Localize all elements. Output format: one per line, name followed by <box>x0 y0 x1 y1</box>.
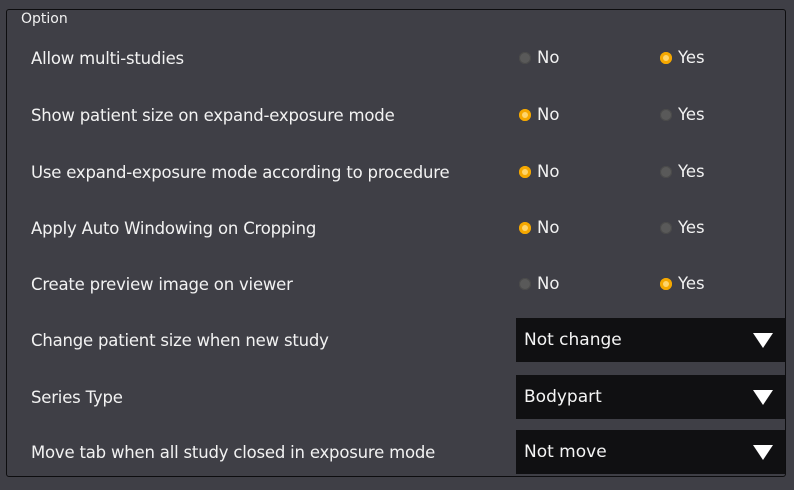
radio-yes[interactable]: Yes <box>660 218 705 237</box>
group-title: Option <box>17 10 72 28</box>
option-label: Use expand-exposure mode according to pr… <box>31 162 450 182</box>
option-label: Series Type <box>31 387 123 407</box>
option-label: Apply Auto Windowing on Cropping <box>31 218 317 238</box>
radio-dot-selected-icon <box>519 165 531 178</box>
option-label: Show patient size on expand-exposure mod… <box>31 105 395 125</box>
radio-dot-icon <box>660 165 672 178</box>
radio-dot-selected-icon <box>660 51 672 64</box>
radio-dot-icon <box>660 108 672 121</box>
radio-yes[interactable]: Yes <box>660 48 705 67</box>
select-value: Not move <box>524 442 607 462</box>
dropdown-button[interactable] <box>741 375 785 419</box>
radio-dot-selected-icon <box>519 108 531 121</box>
option-label: Create preview image on viewer <box>31 274 293 294</box>
dropdown-button[interactable] <box>741 318 785 362</box>
move-tab-select[interactable]: Not move <box>516 430 785 474</box>
radio-yes[interactable]: Yes <box>660 162 705 181</box>
option-label: Move tab when all study closed in exposu… <box>31 442 436 462</box>
radio-dot-icon <box>519 277 531 290</box>
radio-yes[interactable]: Yes <box>660 274 705 293</box>
triangle-down-icon <box>753 332 773 348</box>
option-label: Allow multi-studies <box>31 48 184 68</box>
radio-no[interactable]: No <box>519 105 559 124</box>
radio-no[interactable]: No <box>519 218 559 237</box>
select-value: Bodypart <box>524 387 602 407</box>
dropdown-button[interactable] <box>741 430 785 474</box>
triangle-down-icon <box>753 389 773 405</box>
change-patient-size-select[interactable]: Not change <box>516 318 785 362</box>
radio-no[interactable]: No <box>519 274 559 293</box>
radio-dot-selected-icon <box>660 277 672 290</box>
radio-dot-icon <box>519 51 531 64</box>
radio-no[interactable]: No <box>519 48 559 67</box>
radio-yes[interactable]: Yes <box>660 105 705 124</box>
radio-no[interactable]: No <box>519 162 559 181</box>
select-value: Not change <box>524 330 622 350</box>
radio-dot-icon <box>660 221 672 234</box>
series-type-select[interactable]: Bodypart <box>516 375 785 419</box>
radio-dot-selected-icon <box>519 221 531 234</box>
triangle-down-icon <box>753 444 773 460</box>
option-label: Change patient size when new study <box>31 330 329 350</box>
